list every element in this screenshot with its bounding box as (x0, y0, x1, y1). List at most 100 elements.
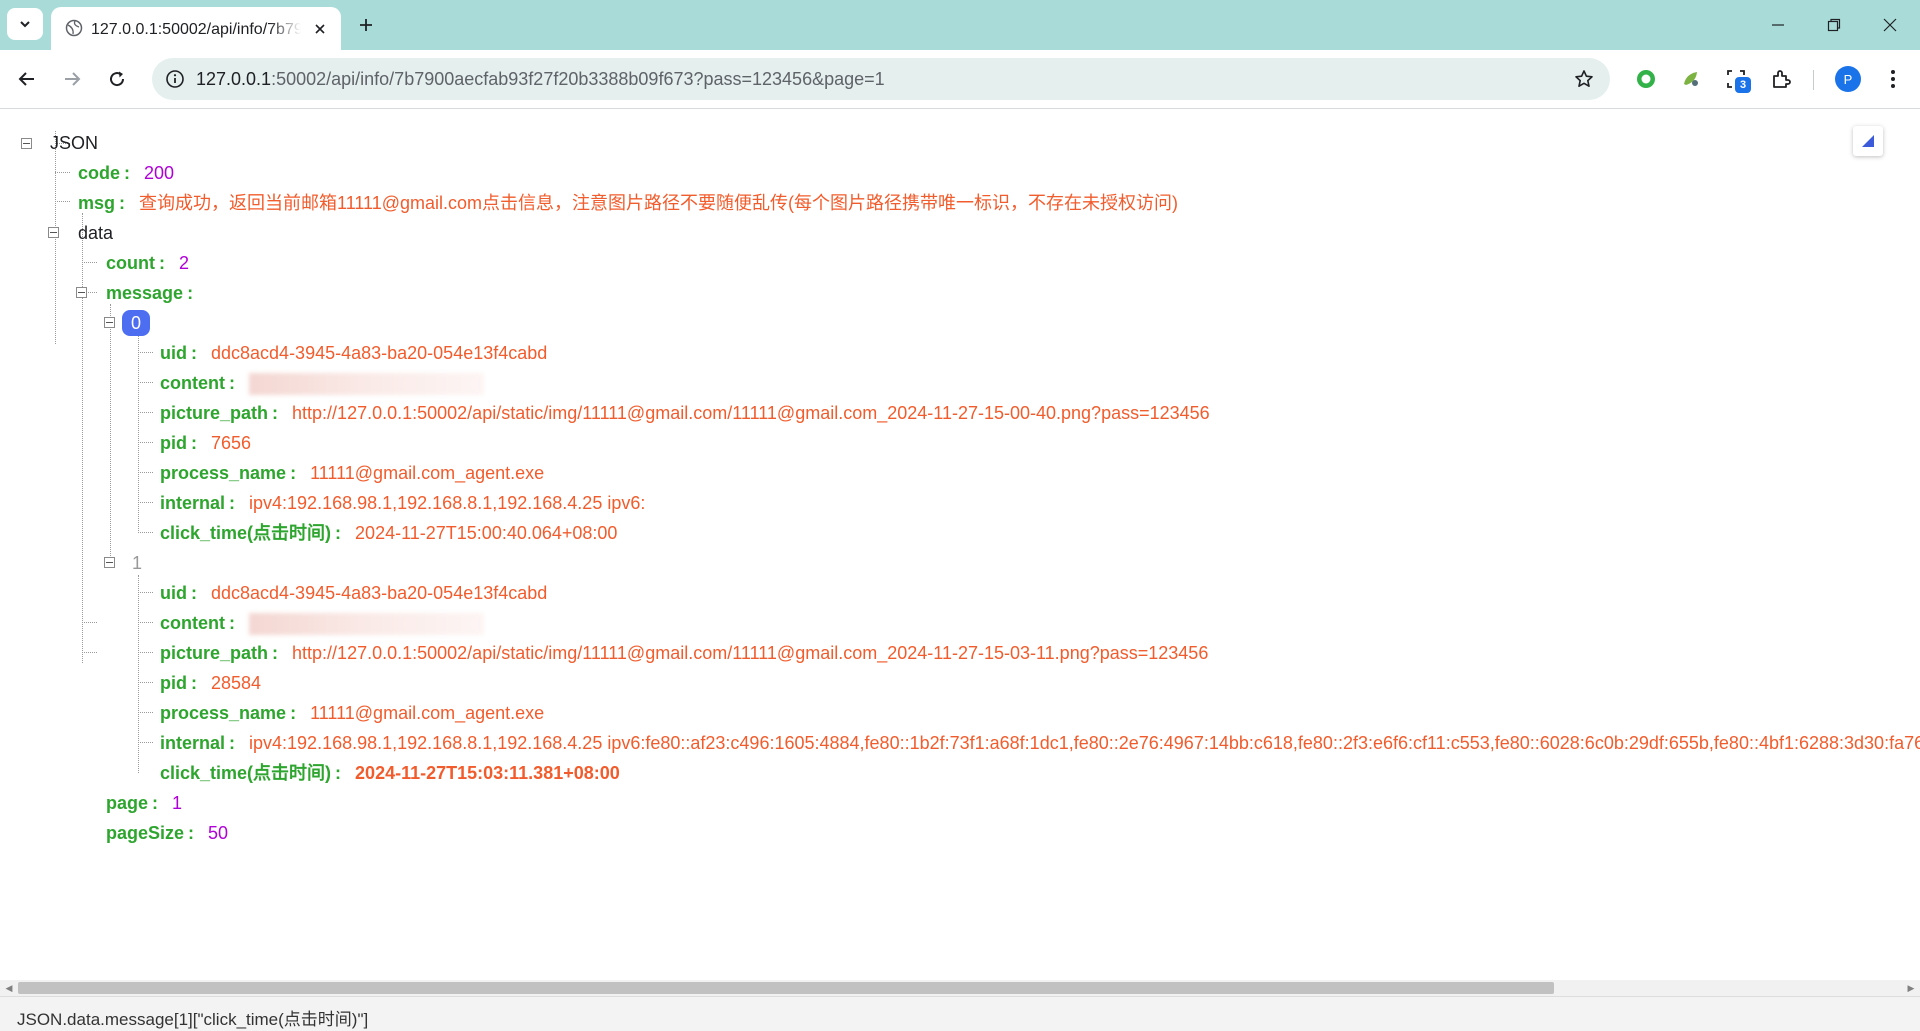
json-object-key: data (78, 223, 114, 243)
forward-button[interactable] (55, 62, 89, 96)
json-row-pagesize[interactable]: pageSize:50 (106, 818, 228, 848)
tree-line (138, 442, 153, 443)
json-row-click-time[interactable]: click_time(点击时间):2024-11-27T15:03:11.381… (160, 758, 620, 788)
collapse-toggle-item-0[interactable] (104, 317, 115, 328)
collapse-toggle-data[interactable] (48, 227, 59, 238)
extension-record-button[interactable] (1633, 66, 1659, 92)
json-row-uid[interactable]: uid: ddc8acd4-3945-4a83-ba20-054e13f4cabd (160, 578, 547, 608)
new-tab-button[interactable] (352, 11, 380, 39)
back-button[interactable] (10, 62, 44, 96)
scroll-right-arrow-icon[interactable]: ▶ (1902, 980, 1920, 996)
extensions-menu-button[interactable] (1768, 66, 1794, 92)
tree-line (138, 652, 153, 653)
tab-search-button[interactable] (7, 8, 43, 40)
json-viewer: JSON code:200 msg: 查询成功，返回当前邮箱11111@gmail… (0, 109, 1920, 980)
json-row-internal[interactable]: internal: ipv4:192.168.98.1,192.168.8.1,1… (160, 728, 1920, 758)
colon: : (191, 343, 197, 363)
browser-menu-button[interactable] (1880, 66, 1906, 92)
json-key: pid (160, 433, 187, 453)
json-key: code (78, 163, 121, 183)
json-row-page[interactable]: page:1 (106, 788, 182, 818)
json-key: pid (160, 673, 187, 693)
json-row-picture-path[interactable]: picture_path: http://127.0.0.1:50002/api/… (160, 398, 1210, 428)
arrow-right-icon (65, 72, 81, 86)
array-index-0[interactable]: 0 (122, 308, 151, 338)
corner-arrow-icon (1862, 135, 1874, 147)
json-key: picture_path (160, 403, 269, 423)
globe-icon (65, 19, 83, 37)
colon: : (124, 163, 131, 183)
json-key: internal (160, 733, 226, 753)
json-row-internal[interactable]: internal: ipv4:192.168.98.1,192.168.8.1,1… (160, 488, 645, 518)
plus-icon (360, 19, 372, 31)
json-row-msg[interactable]: msg: 查询成功，返回当前邮箱11111@gmail.com点击信息，注意图片路… (78, 188, 1178, 218)
json-row-content[interactable]: content: (160, 608, 484, 638)
site-info-button[interactable] (160, 64, 190, 94)
json-row-message[interactable]: message: (106, 278, 207, 308)
url-text[interactable]: 127.0.0.1:50002/api/info/7b7900aecfab93f… (196, 69, 885, 90)
profile-avatar[interactable]: P (1835, 66, 1861, 92)
json-url-value[interactable]: http://127.0.0.1:50002/api/static/img/11… (292, 403, 1210, 423)
reload-button[interactable] (100, 62, 134, 96)
json-key: click_time(点击时间) (160, 763, 332, 783)
json-string-value: ipv4:192.168.98.1,192.168.8.1,192.168.4.… (249, 733, 1920, 753)
colon: : (191, 433, 197, 453)
address-bar[interactable]: 127.0.0.1:50002/api/info/7b7900aecfab93f… (152, 58, 1610, 100)
json-key: uid (160, 583, 187, 603)
json-row-code[interactable]: code:200 (78, 158, 174, 188)
json-row-data[interactable]: data (78, 218, 113, 248)
json-row-picture-path[interactable]: picture_path: http://127.0.0.1:50002/api/… (160, 638, 1208, 668)
collapse-toggle-root[interactable] (21, 138, 32, 149)
json-path-status-bar: JSON.data.message[1]["click_time(点击时间)"] (0, 996, 1920, 1031)
json-row-pid[interactable]: pid:7656 (160, 428, 251, 458)
collapse-toggle-item-1[interactable] (104, 557, 115, 568)
colon: : (272, 643, 279, 663)
array-index-1[interactable]: 1 (132, 548, 142, 578)
tree-line (138, 352, 153, 353)
minimize-icon (1772, 24, 1784, 26)
json-row-process-name[interactable]: process_name:11111@gmail.com_agent.exe (160, 698, 544, 728)
scroll-left-arrow-icon[interactable]: ◀ (0, 980, 18, 996)
json-url-value[interactable]: http://127.0.0.1:50002/api/static/img/11… (292, 643, 1208, 663)
browser-toolbar: 127.0.0.1:50002/api/info/7b7900aecfab93f… (0, 50, 1920, 109)
json-row-process-name[interactable]: process_name:11111@gmail.com_agent.exe (160, 458, 544, 488)
close-window-button[interactable] (1862, 0, 1918, 50)
json-key: uid (160, 343, 187, 363)
url-path: :50002/api/info/7b7900aecfab93f27f20b338… (271, 69, 885, 89)
extension-leaf-button[interactable] (1678, 66, 1704, 92)
json-row-content[interactable]: content: (160, 368, 484, 398)
extension-badge: 3 (1735, 77, 1751, 93)
horizontal-scrollbar[interactable]: ◀ ▶ (0, 980, 1920, 996)
json-key: process_name (160, 463, 287, 483)
tab-close-button[interactable] (310, 19, 330, 39)
json-row-click-time[interactable]: click_time(点击时间):2024-11-27T15:00:40.064… (160, 518, 617, 548)
tab-strip: 127.0.0.1:50002/api/info/7b7900aecfab93f… (0, 0, 1920, 50)
restore-button[interactable] (1806, 0, 1862, 50)
tree-root[interactable]: JSON (50, 128, 98, 158)
json-key: page (106, 793, 149, 813)
bookmark-button[interactable] (1572, 67, 1596, 91)
json-row-count[interactable]: count:2 (106, 248, 189, 278)
tree-line (138, 622, 153, 623)
restore-icon (1827, 18, 1841, 32)
json-row-uid[interactable]: uid: ddc8acd4-3945-4a83-ba20-054e13f4cabd (160, 338, 547, 368)
tree-line (138, 472, 153, 473)
json-row-pid[interactable]: pid:28584 (160, 668, 261, 698)
colon: : (188, 823, 195, 843)
active-tab[interactable]: 127.0.0.1:50002/api/info/7b7900aecfab93f… (51, 7, 341, 50)
colon: : (335, 523, 342, 543)
colon: : (152, 793, 159, 813)
json-string-value: 2024-11-27T15:00:40.064+08:00 (355, 523, 618, 543)
record-icon (1637, 70, 1655, 88)
scrollbar-thumb[interactable] (18, 982, 1554, 994)
star-icon (1575, 70, 1593, 87)
collapse-toggle-message[interactable] (76, 287, 87, 298)
collapse-toggle-button[interactable] (1853, 126, 1883, 156)
json-string-value: 11111@gmail.com_agent.exe (310, 703, 545, 723)
close-icon (1883, 18, 1897, 32)
minimize-button[interactable] (1750, 0, 1806, 50)
extension-capture-button[interactable]: 3 (1723, 66, 1751, 93)
arrow-left-icon (18, 72, 34, 86)
json-key: process_name (160, 703, 287, 723)
colon: : (290, 703, 297, 723)
